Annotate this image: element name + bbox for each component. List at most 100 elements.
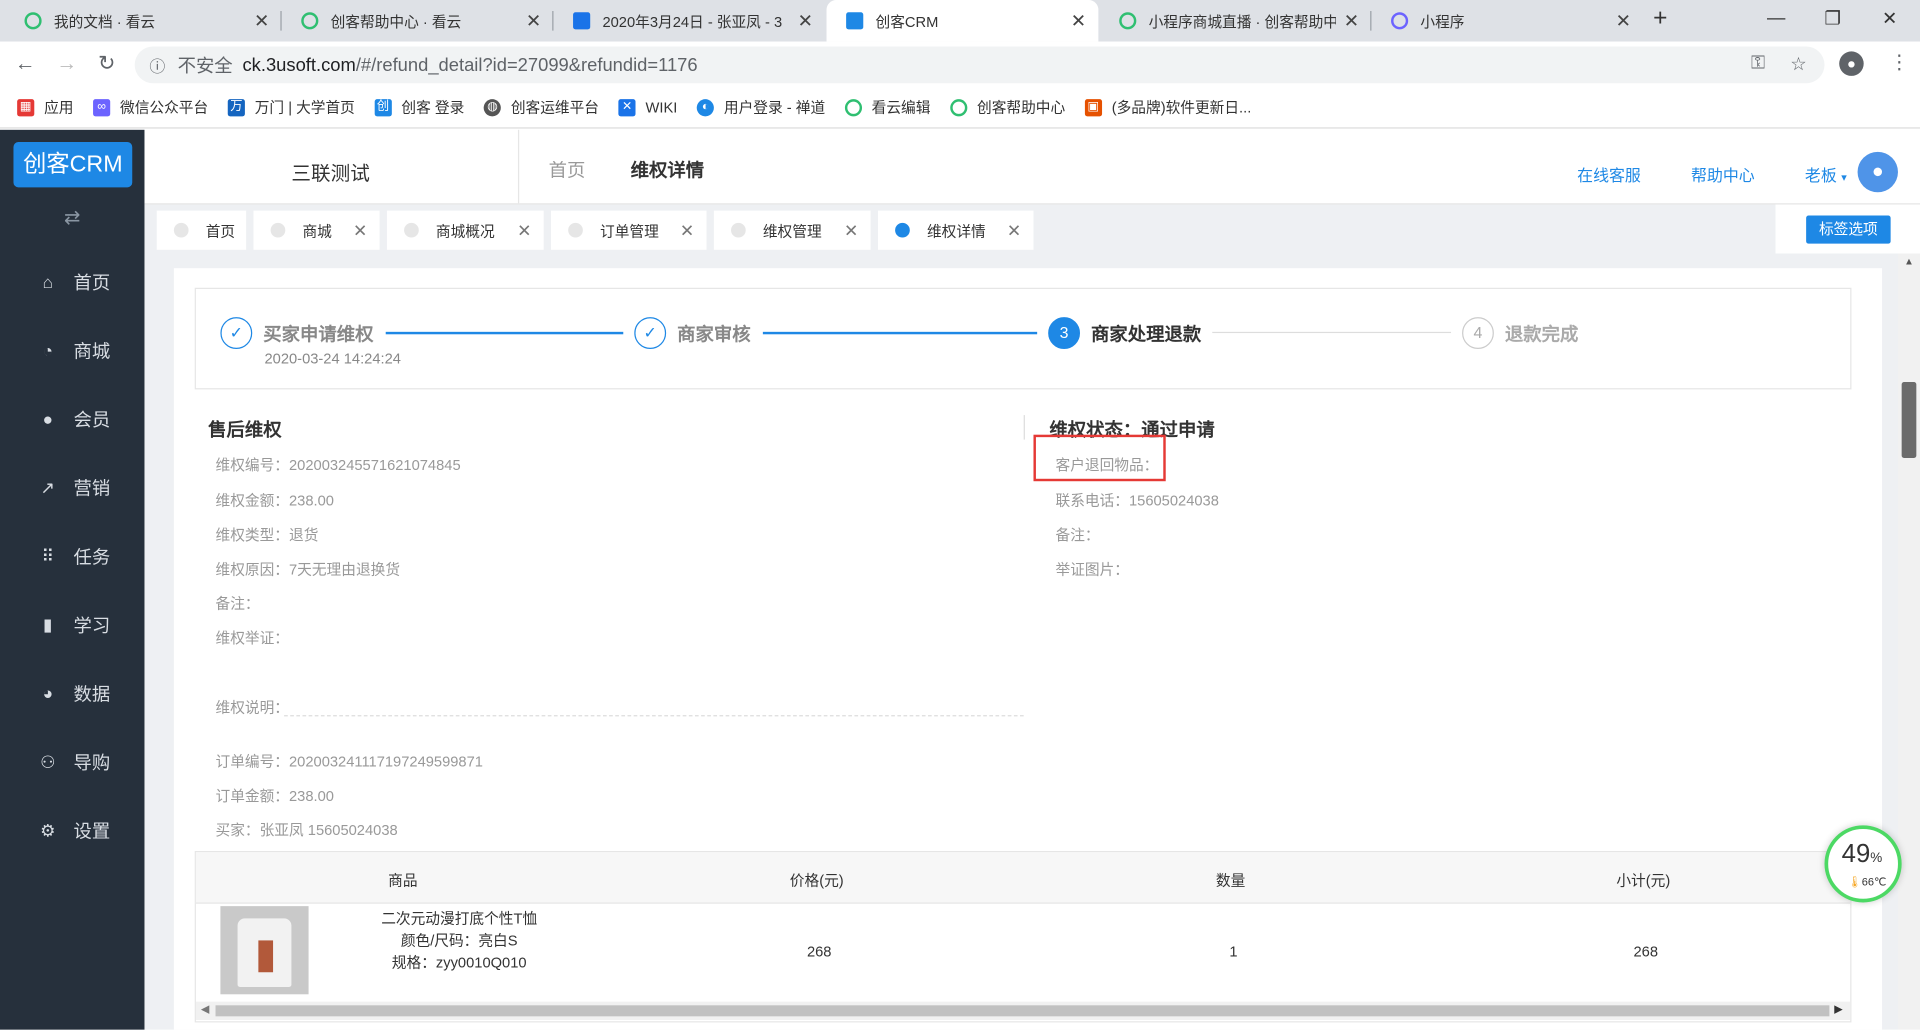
close-icon[interactable]: ✕ xyxy=(1344,10,1359,32)
scrollbar-thumb[interactable] xyxy=(215,1005,1830,1017)
close-icon[interactable]: ✕ xyxy=(798,10,813,32)
bookmark-zentao[interactable]: ◐ 用户登录 - 禅道 xyxy=(696,97,825,118)
scroll-left-icon[interactable]: ◀ xyxy=(201,1003,209,1016)
sidebar-item-data[interactable]: ◕ 数据 xyxy=(0,659,144,728)
buyer-info: 买家：张亚凤 15605024038 xyxy=(215,821,398,839)
confluence-icon: ✕ xyxy=(618,98,636,116)
bookmark-update-log[interactable]: ▣ (多品牌)软件更新日... xyxy=(1084,97,1251,118)
group-icon: ⚇ xyxy=(40,751,56,771)
tag-store-overview[interactable]: 商城概况 ✕ xyxy=(386,210,544,250)
close-icon[interactable]: ✕ xyxy=(1071,10,1086,32)
tag-options-button[interactable]: 标签选项 xyxy=(1806,215,1891,244)
product-image[interactable] xyxy=(220,906,309,995)
close-icon[interactable]: ✕ xyxy=(844,220,858,241)
swap-icon[interactable]: ⇄ xyxy=(0,206,144,230)
tag-refund-management[interactable]: 维权管理 ✕ xyxy=(713,210,871,250)
tag-home[interactable]: 首页 xyxy=(156,210,247,250)
browser-tab-active[interactable]: 创客CRM ✕ xyxy=(826,0,1099,42)
bookmark-ops[interactable]: ◍ 创客运维平台 xyxy=(483,97,599,118)
sidebar-item-member[interactable]: ● 会员 xyxy=(0,384,144,453)
browser-tab[interactable]: 2020年3月24日 - 张亚凤 - 3 ✕ xyxy=(553,0,825,42)
app-logo[interactable]: 创客CRM xyxy=(13,142,133,188)
horizontal-scrollbar[interactable]: ◀ ▶ xyxy=(195,1001,1851,1021)
avatar[interactable]: ● xyxy=(1857,151,1898,193)
sidebar-item-home[interactable]: ⌂ 首页 xyxy=(0,247,144,316)
close-icon[interactable]: ✕ xyxy=(526,10,541,32)
close-icon[interactable]: ✕ xyxy=(680,220,694,241)
sidebar-item-learn[interactable]: ▮ 学习 xyxy=(0,590,144,659)
help-center-link[interactable]: 帮助中心 xyxy=(1691,163,1755,186)
close-icon[interactable]: ✕ xyxy=(254,10,269,32)
tag-bar: 首页 商城 ✕ 商城概况 ✕ 订单管理 ✕ 维权管理 ✕ 维权详情 ✕ 标签选项 xyxy=(144,204,1920,254)
breadcrumb-home[interactable]: 首页 xyxy=(549,157,586,183)
refund-evidence: 维权举证： xyxy=(215,629,290,647)
col-price: 价格(元) xyxy=(789,871,844,889)
sidebar-item-settings[interactable]: ⚙ 设置 xyxy=(0,796,144,865)
address-bar: ← → ↻ ⓘ 不安全 ck.3usoft.com /#/refund_deta… xyxy=(0,41,1920,87)
new-tab-button[interactable]: + xyxy=(1653,5,1667,33)
maximize-icon[interactable]: ❐ xyxy=(1825,7,1841,30)
bookmark-help-center[interactable]: 创客帮助中心 xyxy=(950,97,1065,118)
browser-tab[interactable]: 我的文档 · 看云 ✕ xyxy=(5,0,282,42)
refund-detail-card: ✓ 买家申请维权 2020-03-24 14:24:24 ✓ 商家审核 3 商家… xyxy=(173,268,1883,1030)
refund-steps: ✓ 买家申请维权 2020-03-24 14:24:24 ✓ 商家审核 3 商家… xyxy=(194,287,1852,390)
kancloud-icon xyxy=(24,12,42,30)
back-icon[interactable]: ← xyxy=(15,51,36,75)
star-icon[interactable]: ☆ xyxy=(1790,53,1806,75)
shop-name[interactable]: 三联测试 xyxy=(291,157,369,186)
bookmark-wanmen[interactable]: 万万门 | 大学首页 xyxy=(227,97,355,118)
product-name[interactable]: 二次元动漫打底个性T恤 xyxy=(367,907,551,929)
memory-gauge-widget[interactable]: 49% 🌡66℃ xyxy=(1824,825,1902,903)
user-icon: ● xyxy=(42,408,53,429)
browser-tab[interactable]: 小程序 ✕ xyxy=(1371,0,1643,42)
sidebar-item-guide[interactable]: ⚇ 导购 xyxy=(0,727,144,796)
reload-icon[interactable]: ↻ xyxy=(98,51,115,75)
sidebar-menu: ⌂ 首页 ◔ 商城 ● 会员 ↗ 营销 ⠿ 任务 ▮ 学习 ◕ 数据 ⚇ 导购 ⚙ 设置 xyxy=(0,247,144,864)
sidebar-item-store[interactable]: ◔ 商城 xyxy=(0,316,144,385)
refund-reason: 维权原因：7天无理由退换货 xyxy=(215,560,401,578)
app-header: 三联测试 首页 维权详情 在线客服 帮助中心 老板 ▾ ● xyxy=(144,129,1920,205)
doc-icon: ▣ xyxy=(1084,98,1102,116)
info-icon[interactable]: ⓘ xyxy=(149,53,165,76)
bookmark-chuangke-login[interactable]: 创创客 登录 xyxy=(374,97,464,118)
divider xyxy=(284,715,1024,717)
bookmark-wechat[interactable]: ∞ 微信公众平台 xyxy=(93,97,208,118)
window-close-icon[interactable]: ✕ xyxy=(1882,7,1897,30)
close-icon[interactable]: ✕ xyxy=(1616,10,1631,32)
tag-store[interactable]: 商城 ✕ xyxy=(253,210,380,250)
tag-order-management[interactable]: 订单管理 ✕ xyxy=(551,210,707,250)
key-icon[interactable]: ⚿ xyxy=(1751,53,1765,74)
minimize-icon[interactable]: — xyxy=(1767,7,1785,28)
browser-tab[interactable]: 创客帮助中心 · 看云 ✕ xyxy=(282,0,554,42)
refund-remark: 备注： xyxy=(215,595,260,613)
url-domain: ck.3usoft.com xyxy=(242,54,356,76)
tag-dot-active xyxy=(895,222,910,238)
scroll-up-icon[interactable]: ▲ xyxy=(1904,256,1914,267)
browser-tab[interactable]: 小程序商城直播 · 创客帮助中 ✕ xyxy=(1100,0,1372,42)
bookmark-kancloud-edit[interactable]: 看云编辑 xyxy=(844,97,930,118)
tag-refund-detail[interactable]: 维权详情 ✕ xyxy=(877,210,1034,250)
tag-options-area: 标签选项 xyxy=(1775,204,1920,254)
bookmark-apps[interactable]: ▦ 应用 xyxy=(17,97,73,118)
close-icon[interactable]: ✕ xyxy=(353,220,367,241)
product-spec: 规格：zyy0010Q010 xyxy=(391,953,527,972)
scrollbar-thumb[interactable] xyxy=(1901,382,1917,458)
sidebar-item-task[interactable]: ⠿ 任务 xyxy=(0,522,144,591)
book-icon: ▮ xyxy=(43,614,53,634)
sidebar-item-marketing[interactable]: ↗ 营销 xyxy=(0,453,144,522)
forward-icon[interactable]: → xyxy=(56,51,77,75)
account-icon[interactable]: ● xyxy=(1839,51,1864,76)
close-icon[interactable]: ✕ xyxy=(1007,220,1021,241)
url-field[interactable]: ⓘ 不安全 ck.3usoft.com /#/refund_detail?id=… xyxy=(134,46,1825,84)
kancloud-icon xyxy=(1119,12,1137,30)
online-service-link[interactable]: 在线客服 xyxy=(1577,163,1641,186)
menu-icon[interactable]: ⋮ xyxy=(1889,50,1909,74)
url-path: /#/refund_detail?id=27099&refundid=1176 xyxy=(355,54,698,76)
scroll-right-icon[interactable]: ▶ xyxy=(1834,1003,1842,1016)
bookmark-wiki[interactable]: ✕ WIKI xyxy=(618,98,677,116)
gear-icon: ⚙ xyxy=(40,819,56,840)
close-icon[interactable]: ✕ xyxy=(517,220,531,241)
user-menu[interactable]: 老板 ▾ xyxy=(1805,163,1847,186)
vertical-scrollbar[interactable]: ▲ xyxy=(1897,253,1920,1030)
step-connector xyxy=(1212,331,1452,334)
